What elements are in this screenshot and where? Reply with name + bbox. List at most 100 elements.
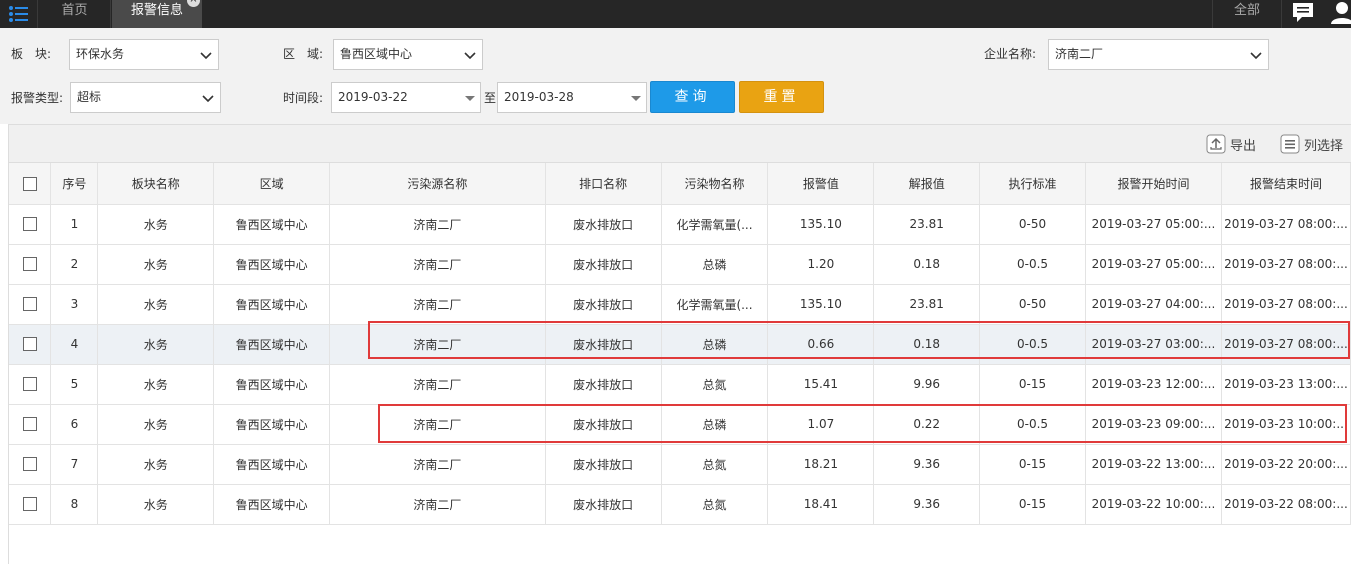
table-cell: 2019-03-23 13:00:... — [1221, 364, 1351, 405]
table-row[interactable]: 8 水务 鲁西区域中心 济南二厂 废水排放口 总氮 18.41 9.36 0-15 2019-03… — [9, 484, 1351, 525]
select-all-checkbox[interactable] — [22, 176, 37, 191]
table-cell: 135.10 — [767, 284, 875, 325]
row-checkbox-cell — [9, 284, 52, 325]
column-header[interactable]: 排口名称 — [545, 163, 662, 205]
column-select-button[interactable]: 列选择 — [1280, 133, 1343, 155]
tab-alarm-info-label: 报警信息 — [130, 3, 183, 18]
company-select[interactable]: 济南二厂 — [1048, 39, 1269, 70]
sector-select[interactable]: 环保水务 — [69, 39, 219, 70]
column-header[interactable]: 序号 — [50, 163, 99, 205]
date-from-value: 2019-03-22 — [338, 90, 408, 104]
column-header[interactable]: 板块名称 — [97, 163, 215, 205]
table-cell: 水务 — [97, 444, 215, 485]
table-cell: 2019-03-27 08:00:... — [1221, 244, 1351, 285]
table-row[interactable]: 6 水务 鲁西区域中心 济南二厂 废水排放口 总磷 1.07 0.22 0-0.5 2019-03… — [9, 404, 1351, 445]
table-cell: 23.81 — [873, 204, 981, 245]
table-cell: 2019-03-23 10:00:... — [1221, 404, 1351, 445]
row-checkbox-cell — [9, 244, 52, 285]
table-cell: 水务 — [97, 284, 215, 325]
row-checkbox-cell — [9, 444, 52, 485]
company-label: 企业名称: — [984, 47, 1037, 61]
column-header[interactable]: 执行标准 — [979, 163, 1086, 205]
column-header[interactable]: 污染源名称 — [329, 163, 546, 205]
table-cell: 废水排放口 — [545, 324, 662, 365]
columns-icon — [1280, 134, 1300, 154]
alarm-type-select[interactable]: 超标 — [70, 82, 221, 113]
column-header[interactable]: 解报值 — [873, 163, 981, 205]
table-cell: 0-15 — [979, 364, 1086, 405]
row-checkbox[interactable] — [22, 377, 37, 392]
row-checkbox-cell — [9, 484, 52, 525]
table-header-row: 序号 板块名称 区域 污染源名称 排口名称 污染物名称 报警值 解报值 执行标准… — [9, 163, 1351, 205]
row-checkbox[interactable] — [22, 337, 37, 352]
query-button[interactable]: 查询 — [650, 81, 735, 113]
row-checkbox[interactable] — [22, 417, 37, 432]
select-all-cell — [9, 163, 52, 205]
row-checkbox[interactable] — [22, 297, 37, 312]
table-row[interactable]: 5 水务 鲁西区域中心 济南二厂 废水排放口 总氮 15.41 9.96 0-15 2019-03… — [9, 364, 1351, 405]
table-cell: 总氮 — [661, 484, 769, 525]
table-cell: 18.41 — [767, 484, 875, 525]
reset-button[interactable]: 重置 — [739, 81, 824, 113]
row-checkbox-cell — [9, 204, 52, 245]
table-cell: 4 — [50, 324, 99, 365]
table-cell: 23.81 — [873, 284, 981, 325]
table-cell: 鲁西区域中心 — [213, 324, 331, 365]
table-cell: 水务 — [97, 324, 215, 365]
table-cell: 废水排放口 — [545, 484, 662, 525]
table-cell: 2019-03-23 12:00:... — [1085, 364, 1222, 405]
menu-icon[interactable] — [0, 0, 38, 28]
table-cell: 0-0.5 — [979, 324, 1086, 365]
table-cell: 济南二厂 — [329, 484, 546, 525]
dropdown-arrow-icon — [465, 96, 475, 101]
table-cell: 水务 — [97, 484, 215, 525]
row-checkbox[interactable] — [22, 217, 37, 232]
user-avatar-icon[interactable] — [1330, 0, 1351, 24]
tab-home[interactable]: 首页 — [39, 0, 111, 28]
tab-alarm-info[interactable]: 报警信息 × — [112, 0, 202, 28]
table-cell: 2019-03-27 03:00:... — [1085, 324, 1222, 365]
table-row[interactable]: 1 水务 鲁西区域中心 济南二厂 废水排放口 化学需氧量(... 135.10 23.81 0-… — [9, 204, 1351, 245]
table-cell: 2019-03-23 09:00:... — [1085, 404, 1222, 445]
column-header[interactable]: 污染物名称 — [661, 163, 769, 205]
table-cell: 鲁西区域中心 — [213, 404, 331, 445]
row-checkbox-cell — [9, 324, 52, 365]
export-button[interactable]: 导出 — [1206, 133, 1256, 155]
table-cell: 废水排放口 — [545, 364, 662, 405]
table-cell: 水务 — [97, 404, 215, 445]
table-row[interactable]: 4 水务 鲁西区域中心 济南二厂 废水排放口 总磷 0.66 0.18 0-0.5 2019-03… — [9, 324, 1351, 365]
message-icon[interactable] — [1290, 2, 1316, 24]
table-cell: 0-50 — [979, 204, 1086, 245]
date-to-input[interactable]: 2019-03-28 — [497, 82, 647, 113]
table-cell: 鲁西区域中心 — [213, 284, 331, 325]
row-checkbox[interactable] — [22, 257, 37, 272]
table-cell: 18.21 — [767, 444, 875, 485]
table-cell: 水务 — [97, 204, 215, 245]
table-row[interactable]: 3 水务 鲁西区域中心 济南二厂 废水排放口 化学需氧量(... 135.10 23.81 0-… — [9, 284, 1351, 325]
all-dropdown[interactable]: 全部 — [1212, 0, 1282, 28]
table-cell: 0-15 — [979, 484, 1086, 525]
close-tab-icon[interactable]: × — [187, 0, 200, 7]
table-cell: 水务 — [97, 364, 215, 405]
row-checkbox[interactable] — [22, 457, 37, 472]
region-select[interactable]: 鲁西区域中心 — [333, 39, 483, 70]
table-cell: 2019-03-27 08:00:... — [1221, 284, 1351, 325]
date-separator: 至 — [484, 91, 497, 105]
date-from-input[interactable]: 2019-03-22 — [331, 82, 481, 113]
table-cell: 0-50 — [979, 284, 1086, 325]
row-checkbox[interactable] — [22, 497, 37, 512]
column-header[interactable]: 报警开始时间 — [1085, 163, 1222, 205]
filter-panel: 板 块: 环保水务 区 域: 鲁西区域中心 企业名称: 济南二厂 报警类型: 超… — [0, 28, 1351, 124]
column-header[interactable]: 区域 — [213, 163, 331, 205]
table-cell: 2 — [50, 244, 99, 285]
table-cell: 2019-03-27 05:00:... — [1085, 244, 1222, 285]
date-to-value: 2019-03-28 — [504, 90, 574, 104]
table-row[interactable]: 7 水务 鲁西区域中心 济南二厂 废水排放口 总氮 18.21 9.36 0-15 2019-03… — [9, 444, 1351, 485]
table-cell: 废水排放口 — [545, 284, 662, 325]
column-header[interactable]: 报警结束时间 — [1221, 163, 1351, 205]
table-row[interactable]: 2 水务 鲁西区域中心 济南二厂 废水排放口 总磷 1.20 0.18 0-0.5 2019-03… — [9, 244, 1351, 285]
table-cell: 2019-03-22 08:00:... — [1221, 484, 1351, 525]
table-cell: 2019-03-22 10:00:... — [1085, 484, 1222, 525]
column-header[interactable]: 报警值 — [767, 163, 875, 205]
columns-label: 列选择 — [1304, 138, 1344, 154]
